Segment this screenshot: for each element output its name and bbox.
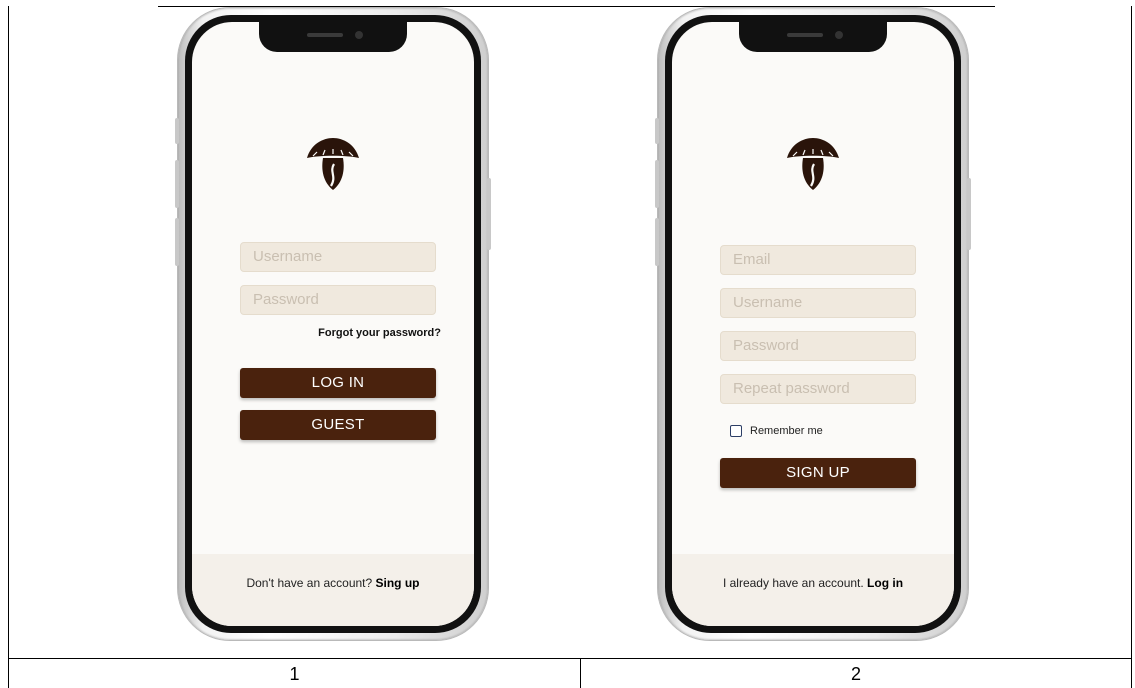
username-input[interactable]: Username: [240, 242, 436, 272]
remember-me-option[interactable]: Remember me: [730, 425, 823, 437]
table-row-divider: [8, 658, 1132, 659]
side-button-volume-up: [655, 160, 659, 208]
login-footer: Don't have an account? Sing up: [192, 554, 474, 626]
front-camera-icon: [355, 31, 363, 39]
cell-number-1: 1: [289, 664, 300, 684]
side-button-volume-down: [175, 218, 179, 266]
phone-bezel: Username Password Forgot your password? …: [185, 15, 481, 633]
side-button-silent: [655, 118, 659, 144]
password-input[interactable]: Password: [240, 285, 436, 315]
footer-prompt-text: Don't have an account?: [246, 576, 376, 590]
login-link[interactable]: Log in: [867, 576, 903, 590]
side-button-volume-up: [175, 160, 179, 208]
signup-screen: Email Username Password Repeat password …: [672, 22, 954, 626]
phone-notch: [739, 22, 887, 52]
email-input[interactable]: Email: [720, 245, 916, 275]
password-input[interactable]: Password: [720, 331, 916, 361]
table-left-border: [8, 6, 9, 688]
table-top-border: [158, 6, 995, 7]
username-input[interactable]: Username: [720, 288, 916, 318]
signup-footer: I already have an account. Log in: [672, 554, 954, 626]
forgot-password-link[interactable]: Forgot your password?: [318, 327, 441, 339]
footer-prompt-text: I already have an account.: [722, 576, 868, 590]
signup-button[interactable]: SIGN UP: [720, 458, 916, 488]
repeat-password-input[interactable]: Repeat password: [720, 374, 916, 404]
side-button-power: [967, 178, 971, 250]
side-button-volume-down: [655, 218, 659, 266]
guest-button[interactable]: GUEST: [240, 410, 436, 440]
phone-notch: [259, 22, 407, 52]
phone-bezel: Email Username Password Repeat password …: [665, 15, 961, 633]
mushroom-coffee-bean-icon: [307, 138, 359, 190]
speaker-grille: [307, 33, 343, 37]
front-camera-icon: [835, 31, 843, 39]
side-button-silent: [175, 118, 179, 144]
side-button-power: [487, 178, 491, 250]
speaker-grille: [787, 33, 823, 37]
signup-link[interactable]: Sing up: [376, 576, 420, 590]
mushroom-coffee-bean-icon: [787, 138, 839, 190]
table-right-border: [1131, 6, 1132, 688]
cell-number-2: 2: [850, 664, 861, 684]
login-button[interactable]: LOG IN: [240, 368, 436, 398]
remember-me-label: Remember me: [750, 425, 823, 437]
login-screen: Username Password Forgot your password? …: [192, 22, 474, 626]
remember-me-checkbox[interactable]: [730, 425, 742, 437]
phone-signup: Email Username Password Repeat password …: [655, 8, 971, 640]
phone-login: Username Password Forgot your password? …: [175, 8, 491, 640]
